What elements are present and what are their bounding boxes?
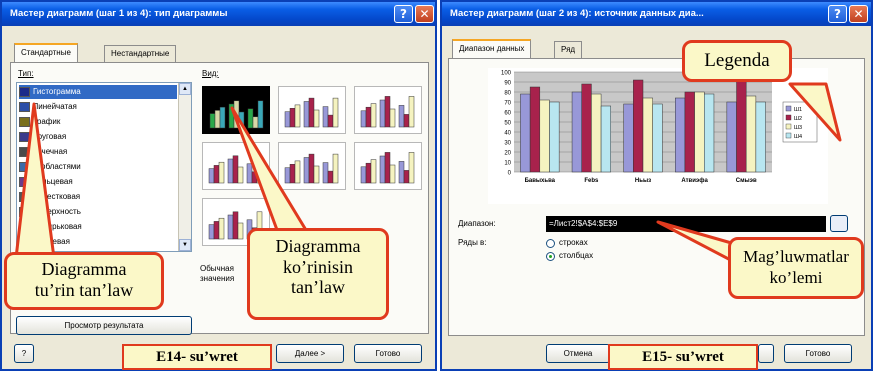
callout-line: ko’lemi: [769, 268, 823, 288]
callout-line: Mag’luwmatlar: [743, 247, 849, 266]
figure-caption-right: E15- su’wret: [608, 344, 758, 370]
figure-caption-left: E14- su’wret: [122, 344, 272, 370]
callout-line: Diagramma: [41, 259, 127, 279]
callout-type-choice: Diagramma tu’rin tan’law: [4, 252, 164, 310]
callout-line: tu’rin tan’law: [34, 279, 134, 300]
pointer-view: [230, 106, 314, 242]
callout-line: Diagramma: [275, 236, 361, 256]
callout-line: tan’law: [291, 277, 345, 298]
callout-line: ko’rinisin: [283, 256, 353, 277]
callout-legend: Legenda: [682, 40, 792, 82]
pointer-legend: [788, 82, 842, 142]
pointer-type: [14, 102, 56, 260]
callout-data-range: Mag’luwmatlar ko’lemi: [728, 237, 864, 299]
callout-view-choice: Diagramma ko’rinisin tan’law: [247, 228, 389, 320]
